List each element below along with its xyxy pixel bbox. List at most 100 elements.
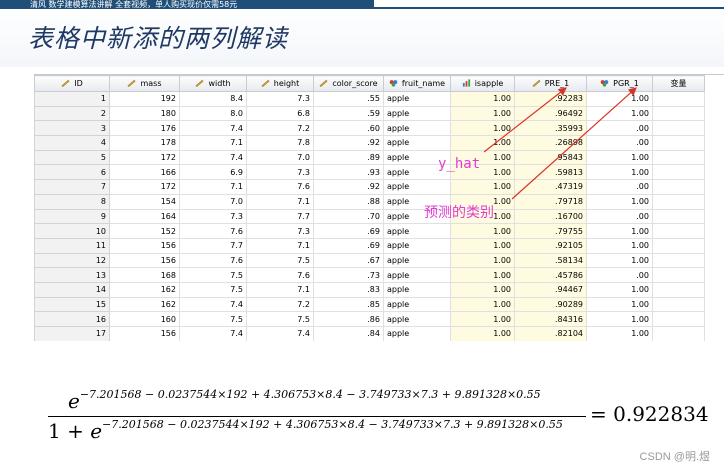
table-cell[interactable]: 168: [109, 267, 180, 283]
table-cell[interactable]: 156: [109, 326, 180, 341]
table-cell[interactable]: 1.00: [450, 223, 515, 239]
table-row[interactable]: 11 156 7.7 7.1.69 apple 1.00.92105 1.00: [34, 237, 705, 254]
table-cell[interactable]: 7.4: [179, 326, 247, 341]
table-cell[interactable]: 7.6: [246, 179, 314, 195]
table-cell[interactable]: 7.1: [246, 193, 314, 210]
table-cell[interactable]: 7.1: [246, 281, 314, 298]
table-cell[interactable]: 1.00: [450, 281, 515, 298]
table-cell[interactable]: .00: [586, 267, 653, 283]
table-cell[interactable]: 7.3: [246, 164, 314, 181]
table-cell[interactable]: .96492: [514, 105, 587, 122]
row-number[interactable]: 5: [34, 149, 110, 166]
table-cell[interactable]: 7.2: [246, 120, 314, 137]
table-cell[interactable]: apple: [383, 296, 451, 313]
table-cell[interactable]: 7.5: [246, 252, 314, 269]
table-cell[interactable]: .60: [313, 120, 384, 137]
empty-cell[interactable]: [652, 237, 705, 254]
table-cell[interactable]: 1.00: [586, 91, 653, 107]
table-cell[interactable]: 6.8: [246, 105, 314, 122]
table-cell[interactable]: 1.00: [450, 179, 515, 195]
empty-cell[interactable]: [652, 296, 705, 313]
row-number[interactable]: 10: [34, 223, 110, 239]
table-cell[interactable]: 1.00: [450, 296, 515, 313]
table-cell[interactable]: 7.4: [246, 326, 314, 341]
table-cell[interactable]: 166: [109, 164, 180, 181]
column-header[interactable]: height: [246, 75, 314, 92]
table-cell[interactable]: 1.00: [450, 105, 515, 122]
table-cell[interactable]: apple: [383, 311, 451, 327]
table-cell[interactable]: 7.1: [246, 237, 314, 254]
table-cell[interactable]: .84316: [514, 311, 587, 327]
table-row[interactable]: 1 192 8.4 7.3.55 apple 1.00.92283 1.00: [34, 91, 705, 107]
table-cell[interactable]: 7.4: [179, 296, 247, 313]
table-cell[interactable]: 1.00: [450, 267, 515, 283]
table-cell[interactable]: 1.00: [586, 311, 653, 327]
table-cell[interactable]: 7.6: [246, 267, 314, 283]
table-cell[interactable]: .59813: [514, 164, 587, 181]
table-cell[interactable]: 7.5: [179, 281, 247, 298]
row-number[interactable]: 11: [34, 237, 110, 254]
row-number[interactable]: 7: [34, 179, 110, 195]
table-cell[interactable]: 172: [109, 149, 180, 166]
table-cell[interactable]: apple: [383, 252, 451, 269]
table-cell[interactable]: 7.6: [179, 252, 247, 269]
table-cell[interactable]: 1.00: [586, 105, 653, 122]
table-cell[interactable]: 1.00: [586, 237, 653, 254]
empty-cell[interactable]: [652, 311, 705, 327]
table-cell[interactable]: .85: [313, 296, 384, 313]
column-header[interactable]: PRE_1: [514, 75, 587, 92]
table-cell[interactable]: .88: [313, 193, 384, 210]
table-cell[interactable]: 160: [109, 311, 180, 327]
table-cell[interactable]: 7.5: [179, 267, 247, 283]
table-cell[interactable]: 7.0: [179, 193, 247, 210]
empty-cell[interactable]: [652, 91, 705, 107]
table-cell[interactable]: .67: [313, 252, 384, 269]
table-cell[interactable]: 1.00: [586, 149, 653, 166]
column-header[interactable]: isapple: [450, 75, 515, 92]
table-cell[interactable]: 7.1: [179, 179, 247, 195]
table-cell[interactable]: 7.7: [246, 208, 314, 225]
empty-cell[interactable]: [652, 164, 705, 181]
table-cell[interactable]: 7.8: [246, 135, 314, 151]
table-cell[interactable]: 7.4: [179, 120, 247, 137]
table-cell[interactable]: 7.3: [179, 208, 247, 225]
table-cell[interactable]: 154: [109, 193, 180, 210]
row-number[interactable]: 15: [34, 296, 110, 313]
table-cell[interactable]: 172: [109, 179, 180, 195]
table-row[interactable]: 13 168 7.5 7.6.73 apple 1.00.45786.00: [34, 267, 705, 283]
table-cell[interactable]: .82104: [514, 326, 587, 341]
table-cell[interactable]: .00: [586, 135, 653, 151]
table-cell[interactable]: .93: [313, 164, 384, 181]
table-row[interactable]: 15 162 7.4 7.2.85 apple 1.00.90289 1.00: [34, 296, 705, 313]
data-table[interactable]: ID mass width height color_score fruit_name is…: [34, 75, 705, 341]
table-cell[interactable]: 1.00: [450, 120, 515, 137]
table-cell[interactable]: .55: [313, 91, 384, 107]
table-cell[interactable]: 164: [109, 208, 180, 225]
column-header[interactable]: fruit_name: [383, 75, 451, 92]
table-row[interactable]: 16 160 7.5 7.5.86 apple 1.00.84316 1.00: [34, 311, 705, 327]
row-number[interactable]: 12: [34, 252, 110, 269]
table-row[interactable]: 2 180 8.0 6.8.59 apple 1.00.96492 1.00: [34, 105, 705, 122]
table-cell[interactable]: 7.6: [179, 223, 247, 239]
table-cell[interactable]: .16700: [514, 208, 587, 225]
table-cell[interactable]: .83: [313, 281, 384, 298]
table-cell[interactable]: .59: [313, 105, 384, 122]
table-cell[interactable]: .79755: [514, 223, 587, 239]
table-cell[interactable]: .92: [313, 179, 384, 195]
table-cell[interactable]: .69: [313, 237, 384, 254]
table-cell[interactable]: 1.00: [586, 252, 653, 269]
table-cell[interactable]: .47319: [514, 179, 587, 195]
row-number[interactable]: 17: [34, 326, 110, 341]
empty-cell[interactable]: [652, 281, 705, 298]
table-cell[interactable]: .00: [586, 179, 653, 195]
table-row[interactable]: 14 162 7.5 7.1.83 apple 1.00.94467 1.00: [34, 281, 705, 298]
table-cell[interactable]: 152: [109, 223, 180, 239]
row-number[interactable]: 14: [34, 281, 110, 298]
table-cell[interactable]: 7.0: [246, 149, 314, 166]
table-cell[interactable]: .94467: [514, 281, 587, 298]
row-number[interactable]: 1: [34, 91, 110, 107]
table-cell[interactable]: 1.00: [450, 237, 515, 254]
column-header[interactable]: PGR_1: [586, 75, 653, 92]
table-cell[interactable]: 7.4: [179, 149, 247, 166]
table-cell[interactable]: 156: [109, 252, 180, 269]
